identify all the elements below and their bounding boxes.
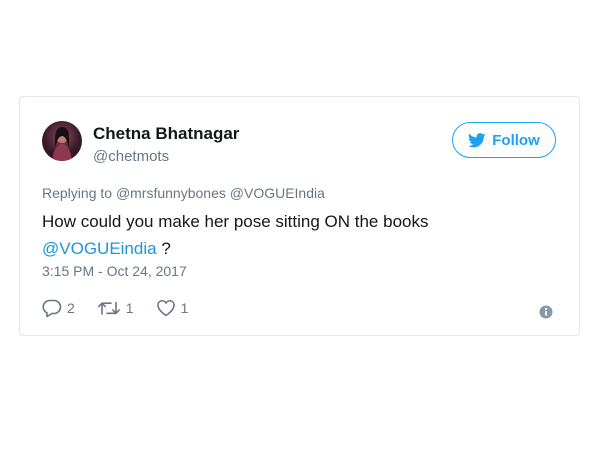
tweet-actions: 2 1 1 — [42, 299, 210, 317]
reply-context: Replying to @mrsfunnybones @VOGUEIndia — [42, 185, 325, 201]
retweet-button[interactable]: 1 — [97, 299, 134, 317]
tweet-card: Chetna Bhatnagar @chetmots Follow Replyi… — [19, 96, 580, 336]
reply-mention-2[interactable]: @VOGUEIndia — [230, 185, 325, 201]
info-circle-icon — [539, 305, 553, 319]
info-icon[interactable] — [539, 305, 553, 319]
reply-count: 2 — [67, 300, 75, 316]
profile-photo-icon — [52, 127, 72, 161]
reply-icon — [42, 299, 62, 317]
twitter-bird-icon — [468, 132, 486, 147]
tweet-mention[interactable]: @VOGUEindia — [42, 239, 157, 258]
tweet-body: How could you make her pose sitting ON t… — [42, 212, 429, 231]
reply-mention-1[interactable]: @mrsfunnybones — [116, 185, 226, 201]
retweet-icon — [97, 301, 120, 315]
tweet-timestamp[interactable]: 3:15 PM - Oct 24, 2017 — [42, 263, 187, 279]
reply-button[interactable]: 2 — [42, 299, 75, 317]
follow-button-label: Follow — [492, 131, 540, 149]
tweet-suffix: ? — [161, 239, 171, 258]
author-display-name[interactable]: Chetna Bhatnagar — [93, 124, 239, 144]
author-handle[interactable]: @chetmots — [93, 148, 169, 165]
retweet-count: 1 — [125, 300, 134, 316]
like-count: 1 — [180, 300, 189, 316]
avatar[interactable] — [42, 121, 82, 161]
reply-context-prefix: Replying to — [42, 185, 113, 201]
like-button[interactable]: 1 — [156, 299, 189, 317]
heart-icon — [156, 299, 175, 317]
tweet-text: How could you make her pose sitting ON t… — [42, 208, 562, 262]
follow-button[interactable]: Follow — [452, 122, 556, 158]
